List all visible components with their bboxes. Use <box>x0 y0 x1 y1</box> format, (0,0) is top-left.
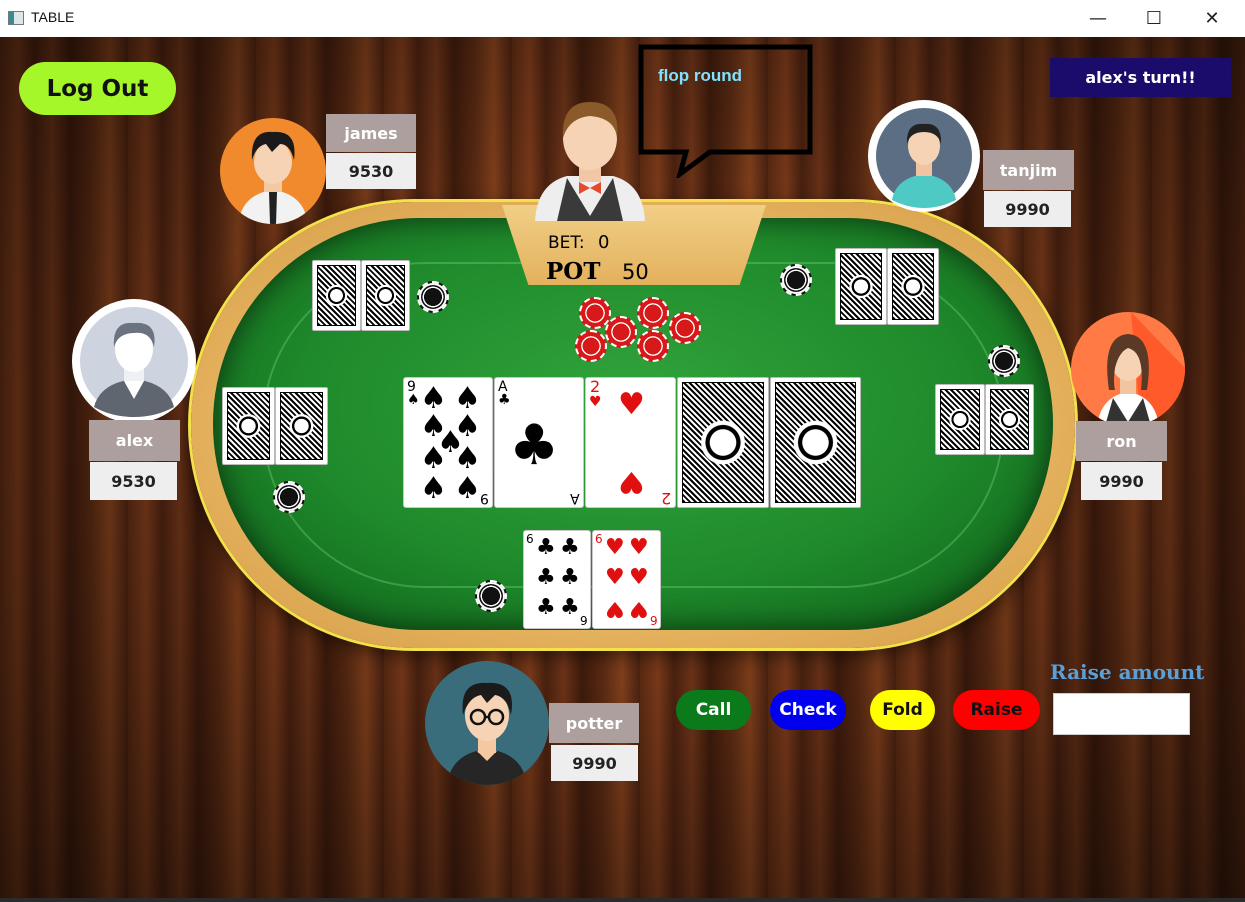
window-bottom-border <box>0 898 1245 902</box>
club-icon: ♣ <box>560 595 580 620</box>
player-james-name: james <box>326 114 416 152</box>
raise-amount-input[interactable] <box>1053 693 1190 735</box>
club-icon: ♣ <box>536 535 556 560</box>
bet-value: 0 <box>598 232 610 253</box>
player-tanjim-name: tanjim <box>983 150 1074 190</box>
heart-icon: ♥ <box>605 596 625 621</box>
raise-amount-label: Raise amount <box>1050 660 1205 684</box>
player-tanjim-stack: 9990 <box>984 191 1071 227</box>
player-james-avatar <box>220 118 326 224</box>
card-rank: 6 <box>650 613 658 627</box>
club-icon: ♣ <box>498 392 511 408</box>
player-alex-stack: 9530 <box>90 462 177 500</box>
spade-icon: ♠ <box>420 441 447 476</box>
dealer-button-chip-potter <box>475 580 507 612</box>
call-button[interactable]: Call <box>676 690 751 730</box>
player-tanjim-avatar <box>868 100 980 212</box>
hero-card-2: 6 ♥ ♥ ♥ ♥ ♥ ♥ 6 <box>592 530 661 629</box>
card-rank: 2 <box>660 489 671 508</box>
spade-icon: ♠ <box>454 471 481 506</box>
spade-icon: ♠ <box>454 441 481 476</box>
maximize-button[interactable]: ☐ <box>1131 0 1177 37</box>
card-rank: 9 <box>480 490 489 506</box>
bet-label: BET: <box>548 233 585 253</box>
club-icon: ♣ <box>536 595 556 620</box>
dealer-button-chip-ron <box>988 345 1020 377</box>
dealer-button-chip-james <box>417 281 449 313</box>
community-card-3: 2 ♥ ♥ ♥ 2 <box>585 377 676 508</box>
pot-chip <box>669 312 701 344</box>
player-alex-avatar <box>72 299 196 423</box>
spade-icon: ♠ <box>407 392 420 408</box>
player-potter-name: potter <box>549 703 639 743</box>
pot-label: POT <box>546 258 601 285</box>
heart-icon: ♥ <box>605 535 625 560</box>
window-title: TABLE <box>31 9 75 25</box>
card-rank: 6 <box>580 613 588 627</box>
heart-icon: ♥ <box>629 565 649 590</box>
player-james-stack: 9530 <box>326 153 416 189</box>
community-card-5-facedown <box>770 377 861 508</box>
heart-icon: ♥ <box>589 394 602 410</box>
round-status-text: flop round <box>658 66 743 85</box>
dealer-avatar <box>527 96 653 221</box>
club-icon: ♣ <box>560 565 580 590</box>
club-icon: ♣ <box>509 413 560 478</box>
ron-hole-card-1 <box>935 384 985 455</box>
pot-value: 50 <box>622 260 649 284</box>
turn-banner: alex's turn!! <box>1050 58 1231 97</box>
dealer-button-chip-alex <box>273 481 305 513</box>
heart-icon: ♥ <box>618 464 645 499</box>
community-card-2: A ♣ ♣ A <box>494 377 584 508</box>
tanjim-hole-card-2 <box>887 248 939 325</box>
community-card-4-facedown <box>677 377 769 508</box>
player-ron-avatar <box>1071 312 1185 426</box>
check-button[interactable]: Check <box>770 690 846 730</box>
fold-button[interactable]: Fold <box>870 690 935 730</box>
window-titlebar: TABLE — ☐ ✕ <box>0 0 1245 37</box>
spade-icon: ♠ <box>420 471 447 506</box>
card-rank: A <box>570 490 580 506</box>
logout-button[interactable]: Log Out <box>19 62 176 115</box>
hero-card-1: 6 ♣ ♣ ♣ ♣ ♣ ♣ 6 <box>523 530 591 629</box>
heart-icon: ♥ <box>629 535 649 560</box>
raise-button[interactable]: Raise <box>953 690 1040 730</box>
pot-chip <box>605 316 637 348</box>
james-hole-card-1 <box>312 260 361 331</box>
close-button[interactable]: ✕ <box>1189 0 1235 37</box>
pot-chip <box>637 297 669 329</box>
heart-icon: ♥ <box>618 387 645 422</box>
card-rank: 6 <box>595 532 603 546</box>
club-icon: ♣ <box>560 535 580 560</box>
player-alex-name: alex <box>89 420 180 461</box>
app-icon <box>8 11 24 25</box>
card-rank: 2 <box>590 377 601 396</box>
alex-hole-card-2 <box>275 387 328 465</box>
heart-icon: ♥ <box>629 596 649 621</box>
card-rank: 6 <box>526 532 534 546</box>
player-potter-avatar <box>425 661 549 785</box>
community-card-1: 9 ♠ ♠ ♠ ♠ ♠ ♠ ♠ ♠ ♠ ♠ 9 <box>403 377 493 508</box>
player-ron-stack: 9990 <box>1081 462 1162 500</box>
player-ron-name: ron <box>1076 421 1167 461</box>
speech-bubble <box>638 44 813 178</box>
player-potter-stack: 9990 <box>551 745 638 781</box>
james-hole-card-2 <box>361 260 410 331</box>
alex-hole-card-1 <box>222 387 275 465</box>
club-icon: ♣ <box>536 565 556 590</box>
pot-chip <box>575 330 607 362</box>
dealer-button-chip-tanjim <box>780 264 812 296</box>
minimize-button[interactable]: — <box>1075 0 1121 37</box>
pot-chip <box>637 330 669 362</box>
tanjim-hole-card-1 <box>835 248 887 325</box>
ron-hole-card-2 <box>985 384 1034 455</box>
heart-icon: ♥ <box>605 565 625 590</box>
